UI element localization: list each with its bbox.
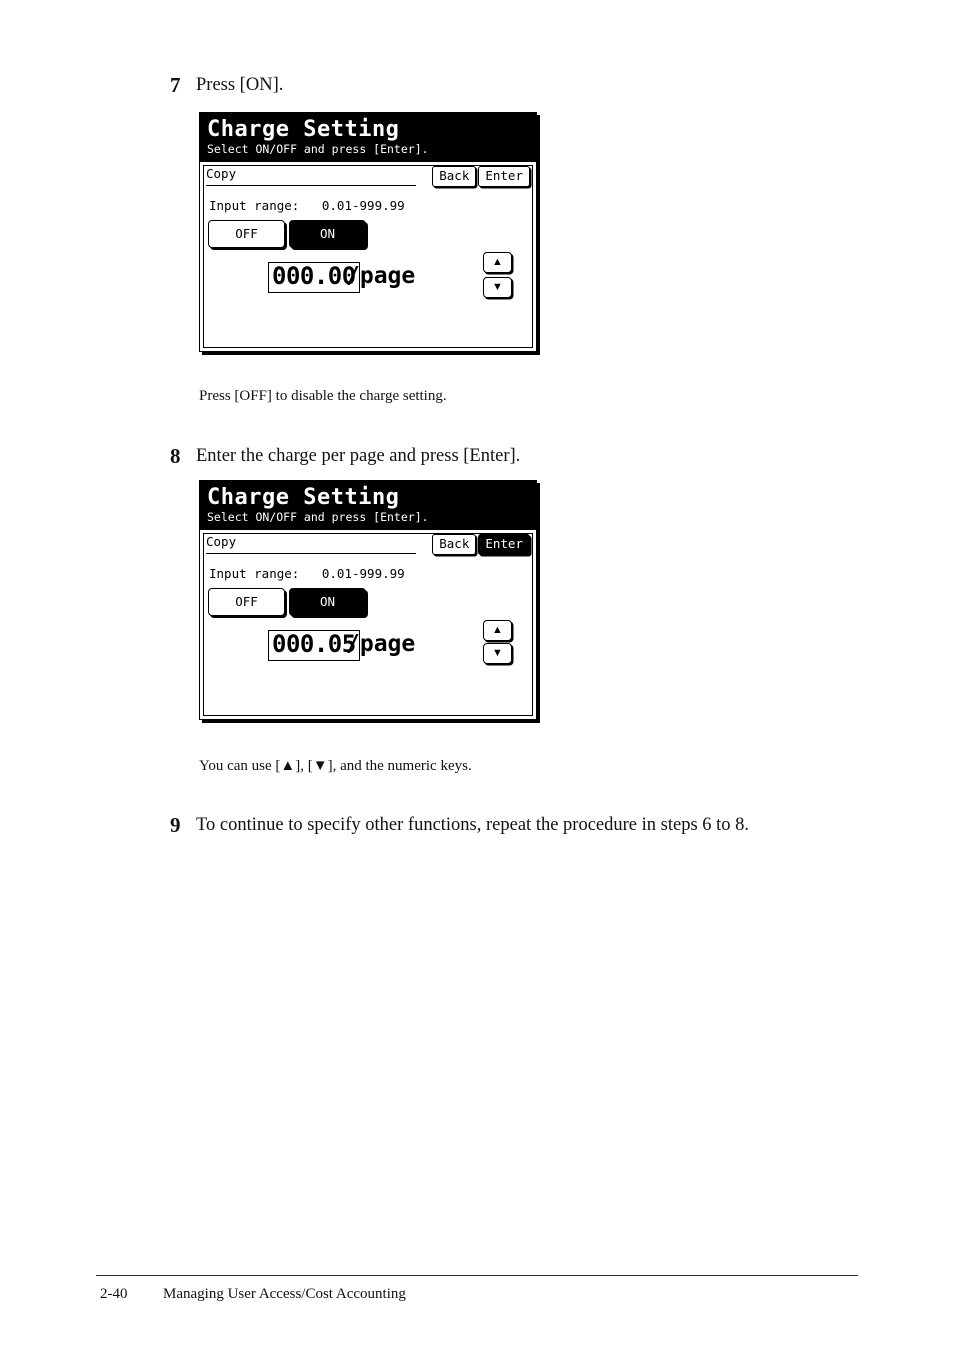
screen-button-group: Back Enter (432, 165, 530, 188)
step-instruction: Press [ON]. (196, 75, 284, 95)
channel-label: Copy (206, 533, 237, 549)
manual-page: 7 Press [ON]. Charge Setting Select ON/O… (0, 0, 954, 1348)
step-instruction: To continue to specify other functions, … (196, 815, 750, 835)
toggle-on-button[interactable]: ON (289, 587, 366, 616)
toggle-off-button[interactable]: OFF (208, 587, 285, 616)
step-number: 8 (170, 444, 181, 468)
back-button[interactable]: Back (432, 165, 477, 188)
screen-subtitle: Select ON/OFF and press [Enter]. (207, 509, 429, 524)
screen-title: Charge Setting (207, 117, 400, 142)
footer-page-number: 2-40 (100, 1286, 128, 1302)
spinner-up-icon[interactable]: ▲ (483, 619, 512, 641)
screen-top-row: Copy Back Enter (206, 533, 530, 560)
screen-top-row: Copy Back Enter (206, 165, 530, 192)
step-7: 7 Press [ON]. (170, 75, 283, 96)
channel-divider (206, 552, 416, 554)
screen-button-group: Back Enter (432, 533, 530, 556)
spinner-down-icon[interactable]: ▼ (483, 642, 512, 664)
step-number: 9 (170, 813, 181, 837)
enter-button[interactable]: Enter (478, 165, 530, 188)
step-9: 9 To continue to specify other functions… (170, 815, 749, 836)
charge-unit-label: /page (346, 262, 416, 289)
step-8-note: You can use [▲], [▼], and the numeric ke… (199, 758, 472, 774)
input-range-label: Input range: 0.01-999.99 (209, 565, 405, 581)
charge-value-row: 000.00 /page ▲ ▼ (200, 251, 536, 314)
step-number: 7 (170, 73, 181, 97)
input-range-label: Input range: 0.01-999.99 (209, 197, 405, 213)
lcd-header: Charge Setting Select ON/OFF and press [… (200, 481, 536, 529)
toggle-on-button[interactable]: ON (289, 219, 366, 248)
back-button[interactable]: Back (432, 533, 477, 556)
lcd-header: Charge Setting Select ON/OFF and press [… (200, 113, 536, 161)
footer-divider (96, 1275, 858, 1276)
step-instruction: Enter the charge per page and press [Ent… (196, 446, 521, 466)
step-7-note: Press [OFF] to disable the charge settin… (199, 388, 447, 404)
spinner-down-icon[interactable]: ▼ (483, 276, 512, 298)
charge-unit-label: /page (346, 630, 416, 657)
channel-label: Copy (206, 165, 237, 181)
footer-section-title: Managing User Access/Cost Accounting (163, 1286, 406, 1302)
lcd-bezel: Charge Setting Select ON/OFF and press [… (199, 480, 537, 720)
toggle-off-button[interactable]: OFF (208, 219, 285, 248)
screen-title: Charge Setting (207, 485, 400, 510)
value-spinner: ▲ ▼ (483, 251, 512, 298)
lcd-body: Copy Back Enter Input range: 0.01-999.99… (200, 528, 536, 719)
step-8: 8 Enter the charge per page and press [E… (170, 446, 520, 467)
channel-divider (206, 184, 416, 186)
charge-value-row: 000.05 /page ▲ ▼ (200, 619, 536, 682)
screen-subtitle: Select ON/OFF and press [Enter]. (207, 141, 429, 156)
value-spinner: ▲ ▼ (483, 619, 512, 664)
lcd-body: Copy Back Enter Input range: 0.01-999.99… (200, 160, 536, 351)
enter-button[interactable]: Enter (478, 533, 530, 556)
lcd-screen-step7: Charge Setting Select ON/OFF and press [… (199, 112, 537, 352)
spinner-up-icon[interactable]: ▲ (483, 251, 512, 273)
onoff-toggle-group: OFF ON (208, 219, 366, 248)
lcd-bezel: Charge Setting Select ON/OFF and press [… (199, 112, 537, 352)
onoff-toggle-group: OFF ON (208, 587, 366, 616)
lcd-screen-step8: Charge Setting Select ON/OFF and press [… (199, 480, 537, 720)
